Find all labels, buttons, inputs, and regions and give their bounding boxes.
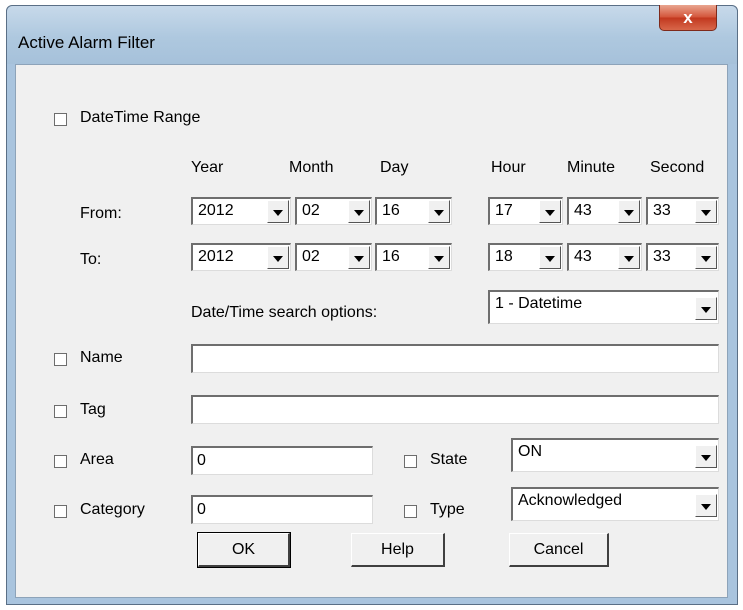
from-year-select[interactable]: 2012 xyxy=(191,197,291,225)
from-second-select[interactable]: 33 xyxy=(646,197,719,225)
search-options-label: Date/Time search options: xyxy=(191,304,378,321)
category-label: Category xyxy=(80,501,145,518)
chevron-down-icon[interactable] xyxy=(267,200,289,223)
datetime-range-checkbox[interactable] xyxy=(54,113,67,126)
to-label: To: xyxy=(80,251,102,268)
state-select[interactable]: ON xyxy=(511,438,719,472)
chevron-down-icon[interactable] xyxy=(348,200,370,223)
category-checkbox[interactable] xyxy=(54,505,67,518)
from-month-select[interactable]: 02 xyxy=(295,197,372,225)
area-label: Area xyxy=(80,451,114,468)
chevron-down-icon[interactable] xyxy=(695,246,717,269)
help-button[interactable]: Help xyxy=(351,533,445,567)
search-options-select[interactable]: 1 - Datetime xyxy=(488,290,719,324)
from-label: From: xyxy=(80,205,122,222)
close-button[interactable]: x xyxy=(659,5,717,31)
chevron-down-icon[interactable] xyxy=(618,246,640,269)
from-hour-select[interactable]: 17 xyxy=(488,197,563,225)
close-icon: x xyxy=(683,7,693,27)
type-checkbox[interactable] xyxy=(404,505,417,518)
dialog-window: Active Alarm Filter x DateTime Range Yea… xyxy=(6,5,738,605)
chevron-down-icon[interactable] xyxy=(539,200,561,223)
type-select[interactable]: Acknowledged xyxy=(511,487,719,521)
minute-header: Minute xyxy=(567,159,616,176)
ok-button[interactable]: OK xyxy=(197,532,291,568)
to-hour-select[interactable]: 18 xyxy=(488,243,563,271)
chevron-down-icon[interactable] xyxy=(539,246,561,269)
from-day-select[interactable]: 16 xyxy=(375,197,452,225)
category-input[interactable]: 0 xyxy=(191,495,373,524)
day-header: Day xyxy=(380,159,409,176)
year-header: Year xyxy=(191,159,224,176)
chevron-down-icon[interactable] xyxy=(618,200,640,223)
tag-label: Tag xyxy=(80,401,106,418)
cancel-button[interactable]: Cancel xyxy=(509,533,609,567)
to-second-select[interactable]: 33 xyxy=(646,243,719,271)
area-checkbox[interactable] xyxy=(54,455,67,468)
name-label: Name xyxy=(80,349,123,366)
type-label: Type xyxy=(430,501,465,518)
hour-header: Hour xyxy=(491,159,526,176)
chevron-down-icon[interactable] xyxy=(695,445,717,468)
from-minute-select[interactable]: 43 xyxy=(567,197,642,225)
chevron-down-icon[interactable] xyxy=(428,246,450,269)
area-input[interactable]: 0 xyxy=(191,446,373,475)
chevron-down-icon[interactable] xyxy=(695,494,717,517)
tag-checkbox[interactable] xyxy=(54,405,67,418)
window-title: Active Alarm Filter xyxy=(18,33,155,52)
name-checkbox[interactable] xyxy=(54,353,67,366)
state-label: State xyxy=(430,451,468,468)
title-bar[interactable]: Active Alarm Filter x xyxy=(7,5,737,64)
to-day-select[interactable]: 16 xyxy=(375,243,452,271)
to-minute-select[interactable]: 43 xyxy=(567,243,642,271)
chevron-down-icon[interactable] xyxy=(348,246,370,269)
chevron-down-icon[interactable] xyxy=(428,200,450,223)
datetime-range-label: DateTime Range xyxy=(80,109,201,126)
dialog-client: DateTime Range Year Month Day Hour Minut… xyxy=(15,64,728,598)
chevron-down-icon[interactable] xyxy=(695,297,717,320)
to-month-select[interactable]: 02 xyxy=(295,243,372,271)
chevron-down-icon[interactable] xyxy=(267,246,289,269)
chevron-down-icon[interactable] xyxy=(695,200,717,223)
month-header: Month xyxy=(289,159,334,176)
tag-input[interactable] xyxy=(191,395,719,424)
to-year-select[interactable]: 2012 xyxy=(191,243,291,271)
second-header: Second xyxy=(650,159,705,176)
state-checkbox[interactable] xyxy=(404,455,417,468)
name-input[interactable] xyxy=(191,344,719,373)
